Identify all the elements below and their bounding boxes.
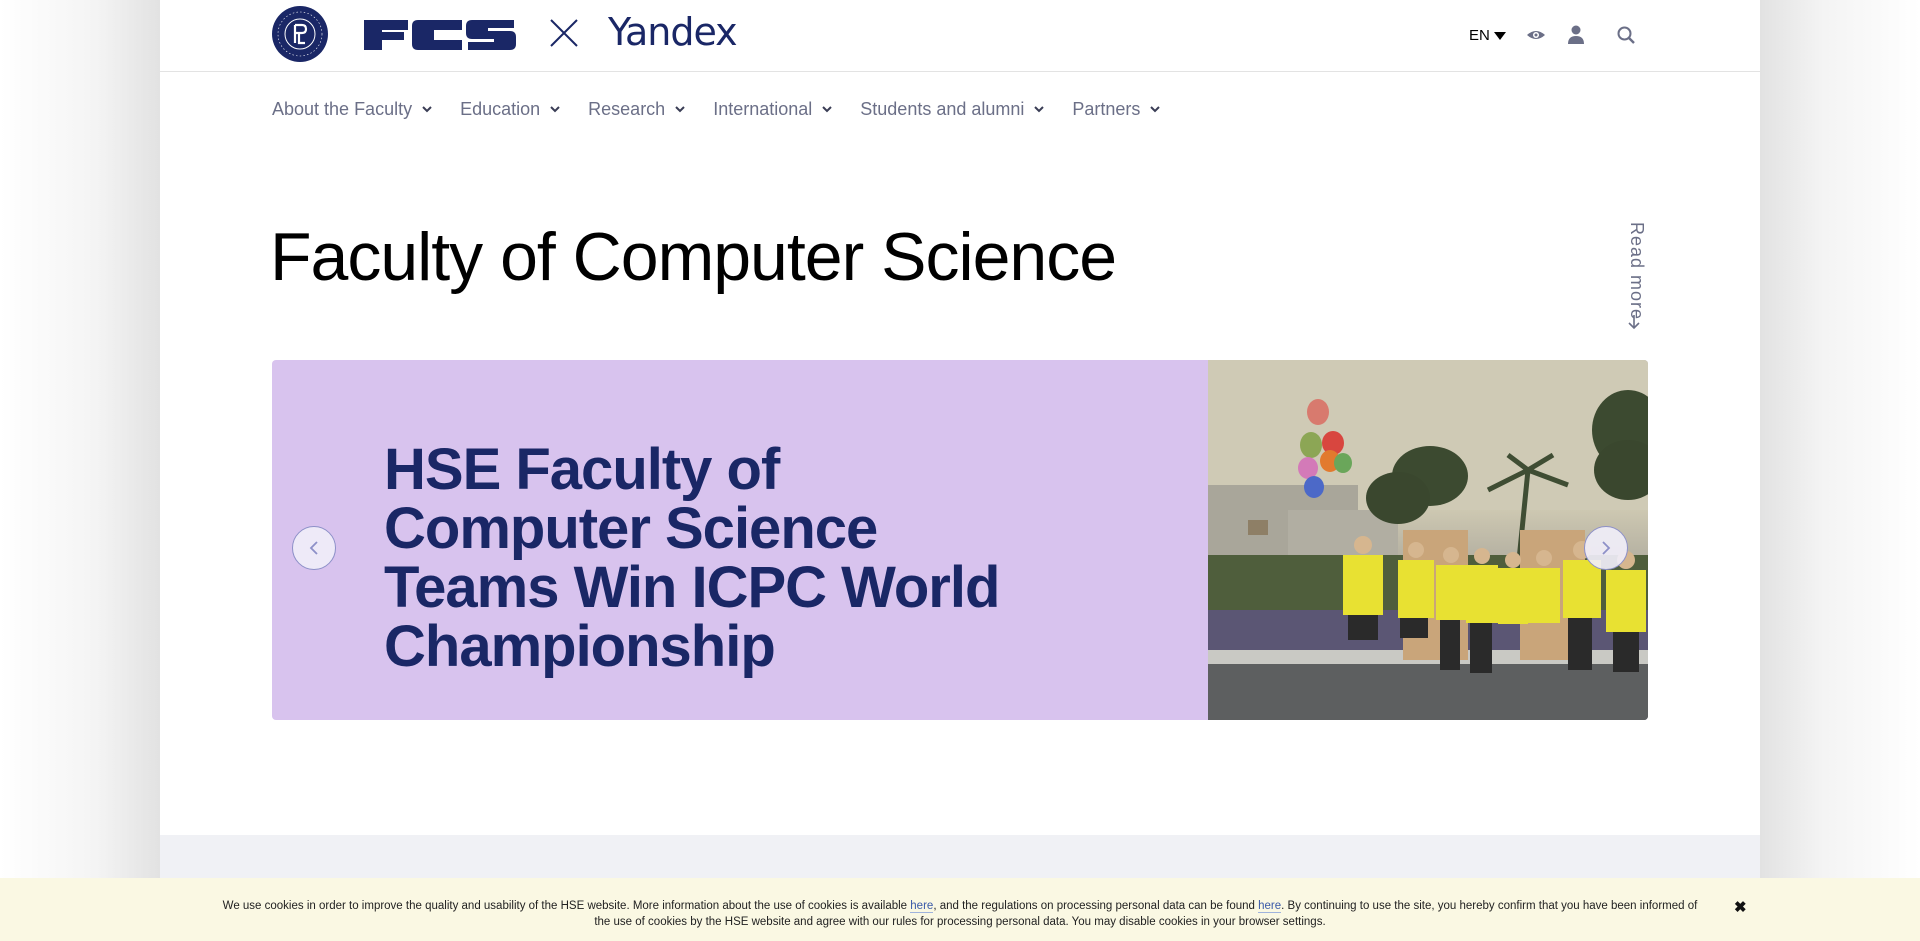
nav-item-students-and-alumni[interactable]: Students and alumni: [860, 96, 1045, 122]
hse-university-logo[interactable]: [272, 6, 328, 62]
search-icon[interactable]: [1615, 24, 1637, 46]
personal-data-link[interactable]: here: [1258, 900, 1282, 913]
slide-headline[interactable]: HSE Faculty of Computer Science Teams Wi…: [384, 440, 1004, 676]
page-container: Yandex EN About the Faculty Education Re…: [160, 0, 1760, 941]
slider-next-button[interactable]: [1584, 526, 1628, 570]
user-icon[interactable]: [1565, 24, 1587, 46]
fcs-logo[interactable]: [360, 18, 518, 52]
nav-item-international[interactable]: International: [713, 96, 832, 122]
chevron-right-icon: [1602, 541, 1611, 555]
nav-item-label: About the Faculty: [272, 98, 413, 119]
cookie-banner: We use cookies in order to improve the q…: [0, 878, 1920, 941]
language-label: EN: [1469, 27, 1490, 44]
chevron-down-icon: [1034, 106, 1045, 113]
close-icon[interactable]: ✖: [1734, 900, 1747, 916]
nav-item-education[interactable]: Education: [460, 96, 560, 122]
arrow-down-icon: [1628, 315, 1640, 330]
nav-item-about-the-faculty[interactable]: About the Faculty: [272, 96, 432, 122]
chevron-down-icon: [422, 106, 432, 113]
read-more-label: Read more: [1627, 222, 1647, 321]
header: Yandex EN: [160, 0, 1760, 72]
page-title: Faculty of Computer Science: [270, 219, 1117, 295]
nav-item-partners[interactable]: Partners: [1072, 96, 1161, 122]
page-shadow-left: [0, 0, 160, 941]
slider-prev-button[interactable]: [292, 526, 336, 570]
nav-item-research[interactable]: Research: [588, 96, 685, 122]
chevron-down-icon: [822, 106, 832, 113]
main-nav: About the Faculty Education Research Int…: [272, 96, 1188, 122]
chevron-down-icon: [1150, 106, 1161, 113]
page-shadow-right: [1760, 0, 1920, 941]
collaboration-x-icon: [549, 18, 579, 48]
yandex-logo[interactable]: Yandex: [608, 10, 738, 54]
slide-photo[interactable]: [1208, 360, 1648, 720]
nav-item-label: Education: [460, 98, 541, 119]
cookie-info-link[interactable]: here: [910, 900, 934, 913]
nav-item-label: International: [713, 98, 813, 119]
language-selector[interactable]: EN: [1469, 27, 1506, 44]
read-more-link[interactable]: Read more: [1623, 222, 1647, 332]
nav-item-label: Students and alumni: [860, 98, 1025, 119]
chevron-down-icon: [550, 106, 560, 113]
cookie-text: We use cookies in order to improve the q…: [222, 900, 911, 912]
nav-item-label: Partners: [1072, 98, 1141, 119]
caret-down-icon: [1493, 31, 1506, 40]
cookie-text: , and the regulations on processing pers…: [933, 900, 1259, 912]
nav-item-label: Research: [588, 98, 666, 119]
eye-icon[interactable]: [1525, 24, 1547, 46]
news-slider: HSE Faculty of Computer Science Teams Wi…: [272, 360, 1648, 720]
chevron-left-icon: [309, 541, 318, 555]
chevron-down-icon: [675, 106, 685, 113]
